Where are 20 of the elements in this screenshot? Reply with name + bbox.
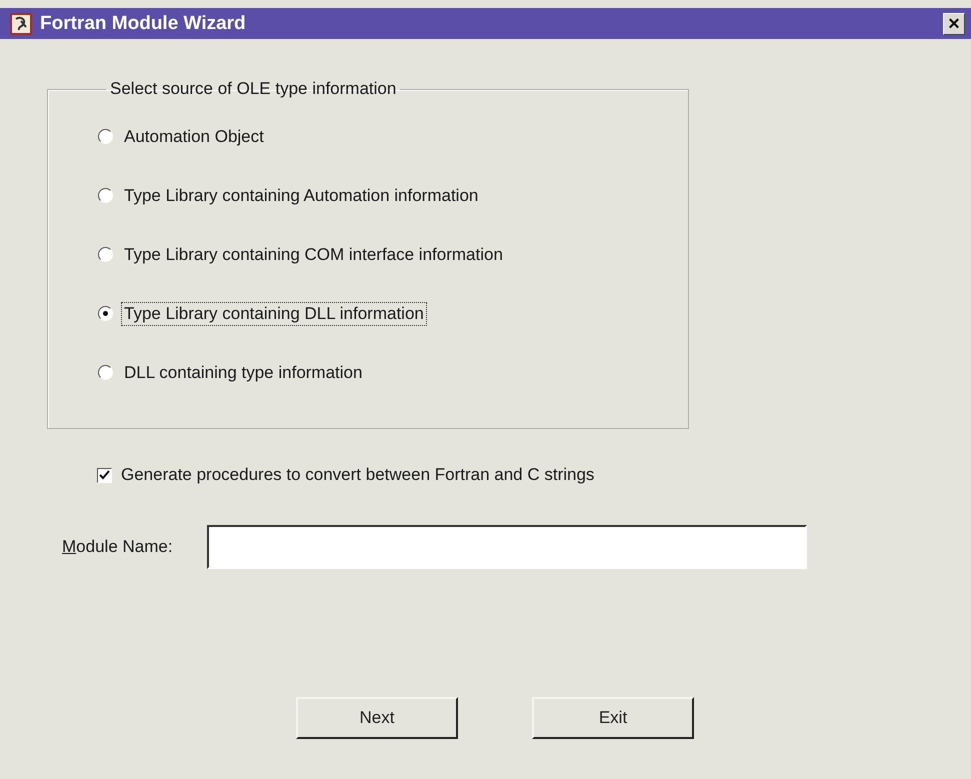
radio-label[interactable]: Automation Object (121, 124, 267, 148)
radio-button[interactable] (98, 129, 113, 144)
radio-label[interactable]: Type Library containing DLL information (121, 302, 427, 326)
close-button[interactable]: × (943, 12, 965, 34)
dialog-button[interactable]: Exit (532, 697, 694, 739)
radio-label[interactable]: Type Library containing COM interface information (121, 242, 506, 266)
radio-button[interactable] (98, 247, 113, 262)
radio-button[interactable] (98, 365, 113, 380)
group-title: Select source of OLE type information (109, 79, 398, 99)
module-name-field[interactable] (206, 525, 807, 569)
radio-label[interactable]: Type Library containing Automation information (121, 184, 482, 208)
window-title: Fortran Module Wizard (40, 12, 247, 34)
app-icon (10, 12, 32, 34)
radio-button[interactable] (98, 188, 113, 203)
radio-button[interactable] (98, 306, 113, 321)
radio-label[interactable]: DLL containing type information (121, 360, 366, 384)
field-label: Module Name: (62, 537, 173, 557)
dialog-button[interactable]: Next (296, 697, 458, 739)
checkbox[interactable] (97, 468, 112, 482)
checkbox-label[interactable]: Generate procedures to convert between Fortran and C strings (121, 465, 594, 485)
